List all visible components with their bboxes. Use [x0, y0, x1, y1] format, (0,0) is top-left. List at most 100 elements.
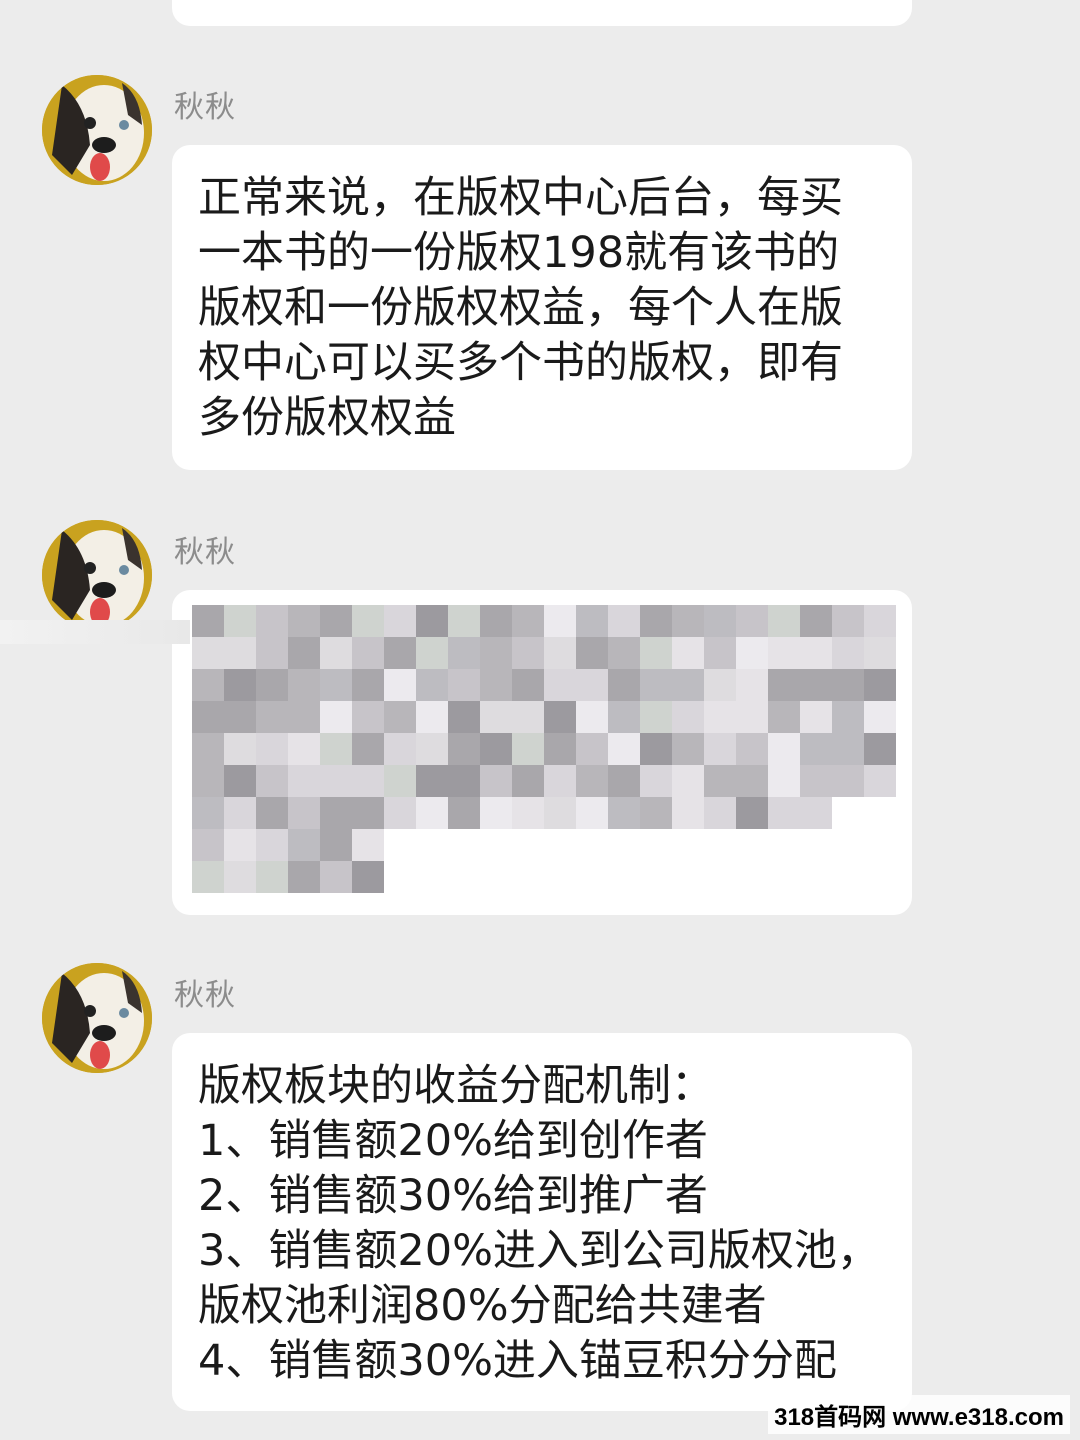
pixel-block [576, 669, 608, 701]
pixel-block [672, 797, 704, 829]
pixel-block [352, 797, 384, 829]
pixel-block [576, 861, 608, 893]
message-line: 多份版权权益 [198, 393, 456, 443]
pixel-block [800, 829, 832, 861]
pixel-block [256, 701, 288, 733]
avatar[interactable] [42, 75, 152, 185]
pixel-block [800, 861, 832, 893]
pixel-block [800, 637, 832, 669]
pixel-block [736, 637, 768, 669]
pixel-block [576, 829, 608, 861]
pixel-block [256, 797, 288, 829]
blur-strip [0, 620, 190, 644]
pixel-block [544, 797, 576, 829]
pixel-block [832, 765, 864, 797]
pixel-block [256, 861, 288, 893]
pixel-block [800, 605, 832, 637]
pixel-block [416, 861, 448, 893]
pixel-block [768, 797, 800, 829]
pixel-block [704, 733, 736, 765]
pixel-block [608, 829, 640, 861]
pixel-block [864, 701, 896, 733]
pixel-block [864, 669, 896, 701]
pixel-block [256, 605, 288, 637]
pixel-block [320, 733, 352, 765]
pixel-block [608, 861, 640, 893]
message-line: 3、销售额20%进入到公司版权池， [198, 1226, 880, 1276]
pixel-block [288, 765, 320, 797]
pixel-block [224, 605, 256, 637]
avatar[interactable] [42, 520, 152, 630]
pixel-block [864, 637, 896, 669]
pixel-block [384, 797, 416, 829]
pixel-block [832, 861, 864, 893]
pixel-block [416, 701, 448, 733]
pixel-block [800, 701, 832, 733]
pixel-block [832, 669, 864, 701]
pixel-block [224, 797, 256, 829]
pixel-block [640, 605, 672, 637]
pixel-block [672, 701, 704, 733]
pixel-block [640, 829, 672, 861]
pixel-block [832, 701, 864, 733]
pixel-block [448, 669, 480, 701]
sender-name: 秋秋 [174, 90, 236, 125]
pixel-block [320, 765, 352, 797]
previous-message-bubble [172, 0, 912, 26]
pixel-block [864, 797, 896, 829]
avatar[interactable] [42, 963, 152, 1073]
message-bubble[interactable]: 正常来说，在版权中心后台，每买 一本书的一份版权198就有该书的 版权和一份版权… [172, 145, 912, 470]
pixel-block [224, 733, 256, 765]
pixel-block [224, 637, 256, 669]
pixel-block [448, 637, 480, 669]
pixel-block [768, 765, 800, 797]
pixel-block [288, 733, 320, 765]
message-bubble[interactable]: 版权板块的收益分配机制： 1、销售额20%给到创作者 2、销售额30%给到推广者… [172, 1033, 912, 1411]
pixel-block [320, 605, 352, 637]
pixel-block [384, 733, 416, 765]
pixel-block [640, 637, 672, 669]
pixel-block [864, 829, 896, 861]
pixel-block [832, 829, 864, 861]
watermark: 318首码网 www.e318.com [768, 1395, 1070, 1434]
message-line: 一本书的一份版权198就有该书的 [198, 228, 840, 278]
pixel-block [416, 829, 448, 861]
pixel-block [416, 797, 448, 829]
pixel-block [736, 861, 768, 893]
pixel-block [608, 797, 640, 829]
pixel-block [288, 861, 320, 893]
pixel-block [448, 701, 480, 733]
pixel-block [672, 861, 704, 893]
pixel-block [480, 637, 512, 669]
pixel-block [480, 701, 512, 733]
pixel-block [192, 861, 224, 893]
pixel-block [544, 637, 576, 669]
pixel-block [224, 829, 256, 861]
pixel-block [384, 669, 416, 701]
pixel-block [672, 765, 704, 797]
pixel-block [448, 733, 480, 765]
pixel-block [736, 669, 768, 701]
pixel-block [352, 701, 384, 733]
pixel-block [576, 637, 608, 669]
pixel-block [384, 829, 416, 861]
pixel-block [448, 765, 480, 797]
pixel-block [512, 797, 544, 829]
pixel-block [576, 765, 608, 797]
pixel-block [800, 733, 832, 765]
pixel-block [704, 797, 736, 829]
pixel-block [832, 605, 864, 637]
pixel-block [832, 637, 864, 669]
pixel-block [704, 829, 736, 861]
pixel-block [256, 733, 288, 765]
pixel-block [768, 605, 800, 637]
pixel-block [384, 701, 416, 733]
pixel-block [480, 765, 512, 797]
pixel-block [768, 733, 800, 765]
pixel-block [768, 637, 800, 669]
pixel-block [640, 669, 672, 701]
pixel-block [672, 669, 704, 701]
pixelated-content [192, 605, 902, 905]
pixel-block [480, 829, 512, 861]
pixel-block [416, 637, 448, 669]
